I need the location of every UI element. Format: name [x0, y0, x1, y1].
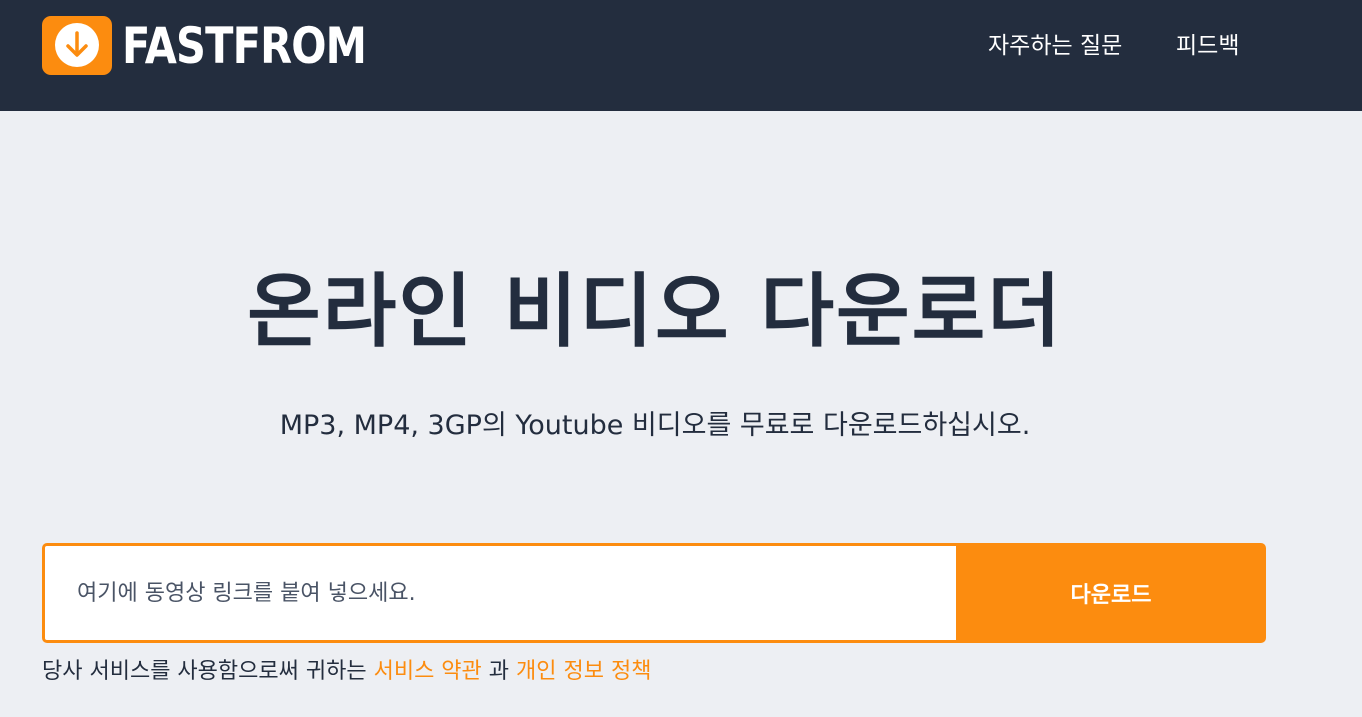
- terms-of-service-link[interactable]: 서비스 약관: [374, 659, 482, 684]
- terms-prefix: 당사 서비스를 사용함으로써 귀하는: [42, 659, 367, 684]
- terms-conjunction: 과: [488, 659, 510, 684]
- download-button[interactable]: 다운로드: [956, 543, 1266, 643]
- privacy-policy-link[interactable]: 개인 정보 정책: [516, 659, 651, 684]
- terms-notice: 당사 서비스를 사용함으로써 귀하는 서비스 약관 과 개인 정보 정책: [42, 655, 651, 689]
- logo[interactable]: [42, 16, 112, 75]
- download-form: 다운로드: [42, 543, 1266, 643]
- nav-link-faq[interactable]: 자주하는 질문: [988, 28, 1122, 64]
- video-url-input[interactable]: [42, 543, 956, 643]
- download-arrow-icon: [55, 23, 99, 67]
- page-title: 온라인 비디오 다운로더: [247, 265, 1063, 358]
- brand-name[interactable]: FASTFROM: [122, 18, 367, 74]
- top-navbar: FASTFROM 자주하는 질문 피드백: [0, 0, 1362, 111]
- page-subtitle: MP3, MP4, 3GP의 Youtube 비디오를 무료로 다운로드하십시오…: [279, 410, 1031, 441]
- nav-link-feedback[interactable]: 피드백: [1176, 28, 1239, 64]
